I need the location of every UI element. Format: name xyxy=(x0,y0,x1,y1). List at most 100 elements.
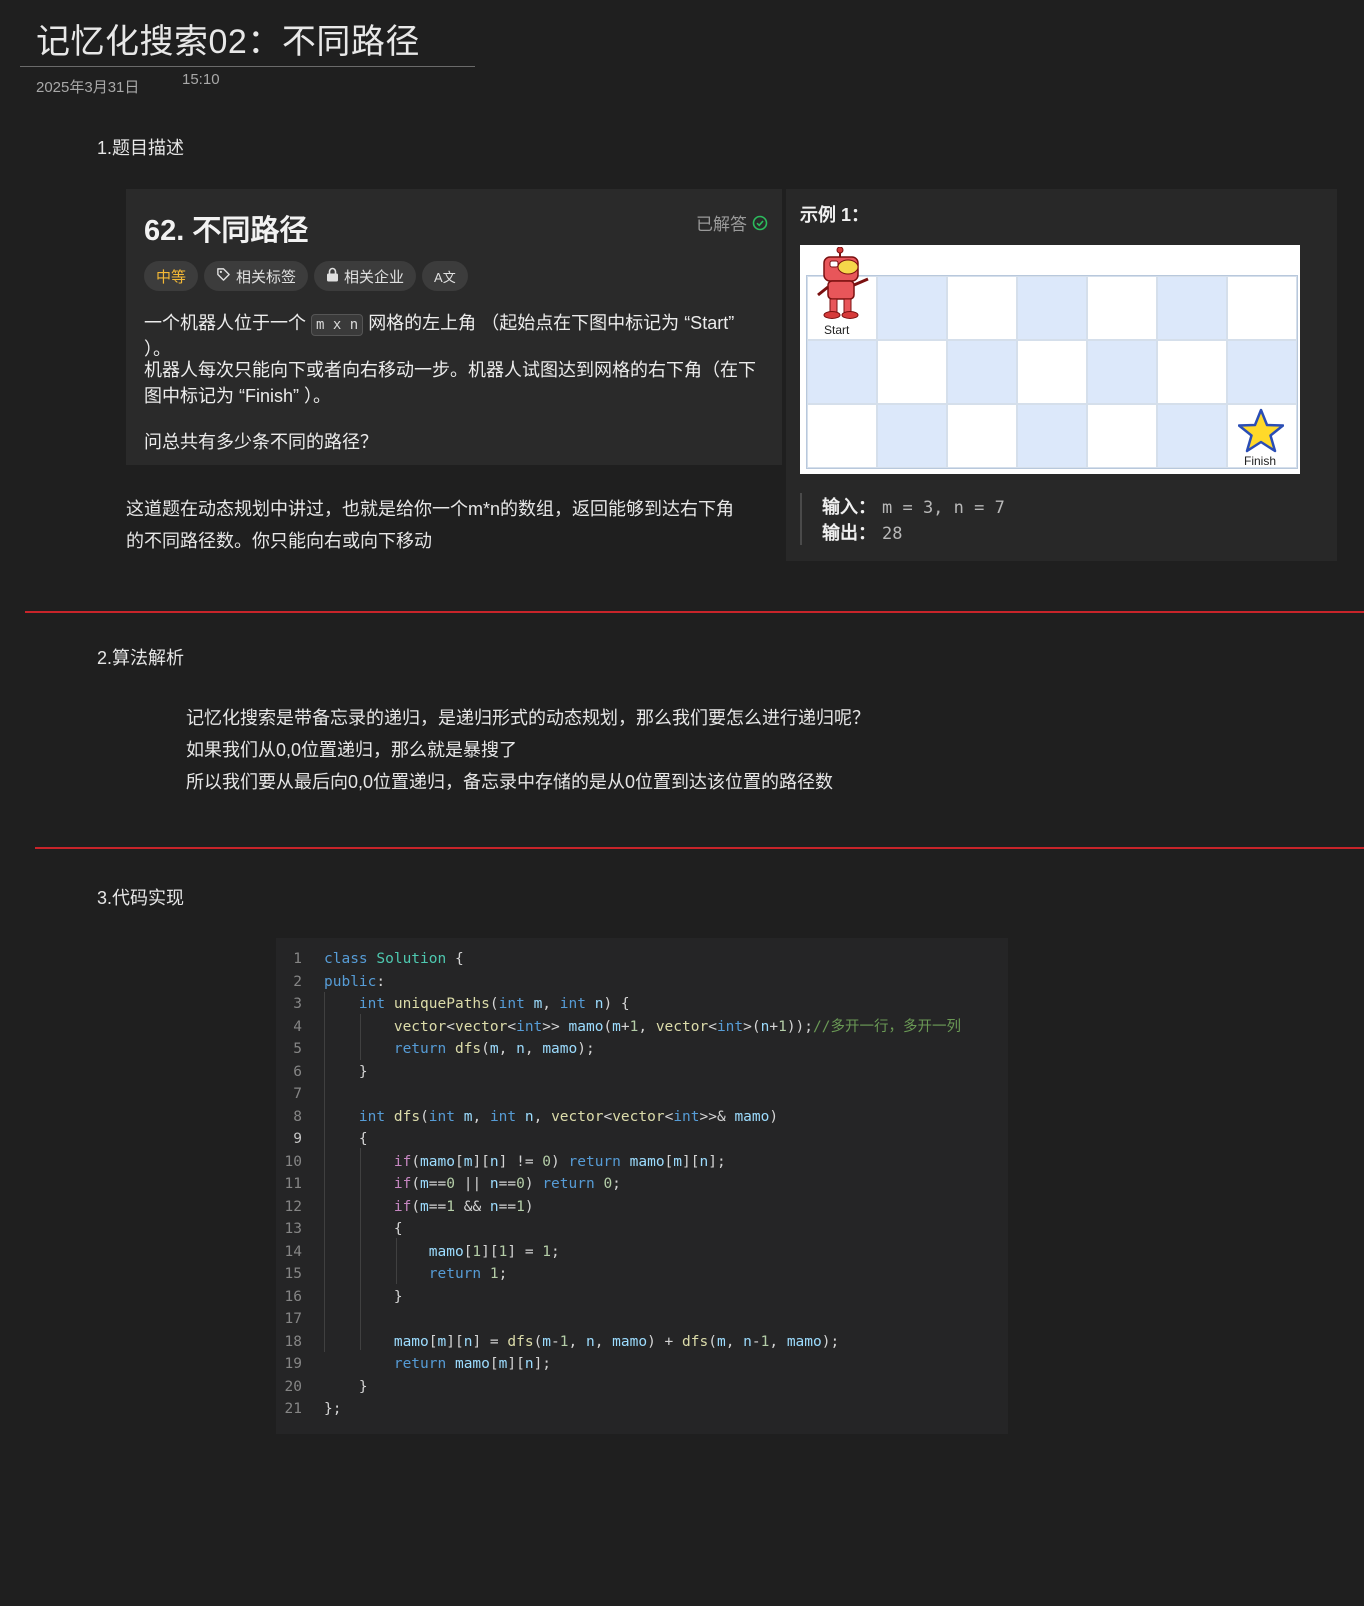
code-line: 9 { xyxy=(276,1128,1008,1151)
grid-cell xyxy=(877,404,947,468)
translate-button[interactable]: A文 xyxy=(422,261,468,291)
line-number: 19 xyxy=(284,1356,302,1372)
line-number: 17 xyxy=(284,1311,302,1327)
grid-cell xyxy=(1227,276,1297,340)
grid-cell xyxy=(1087,340,1157,404)
grid-cell xyxy=(807,340,877,404)
code-line: 13 { xyxy=(276,1218,1008,1241)
code-text: return 1; xyxy=(428,1266,508,1282)
solved-label: 已解答 xyxy=(696,215,747,234)
code-block[interactable]: 1 class Solution { 2 public: 3 int uniquePat… xyxy=(276,938,1008,1434)
robot-icon xyxy=(812,246,872,330)
grid-cell xyxy=(1017,404,1087,468)
code-lines: 1 class Solution { 2 public: 3 int uniquePat… xyxy=(276,948,1008,1421)
grid-cell xyxy=(877,276,947,340)
code-text: if(m==1 && n==1) xyxy=(393,1198,534,1215)
line-number: 1 xyxy=(293,951,302,967)
line-number: 3 xyxy=(293,996,302,1012)
code-text: { xyxy=(324,1221,403,1237)
code-text: { xyxy=(324,1131,368,1147)
problem-title: 62. 不同路径 xyxy=(144,215,309,247)
code-text: if(m==0 || n==0) return 0; xyxy=(393,1176,621,1192)
code-text: return dfs(m, n, mamo); xyxy=(393,1041,595,1057)
code-text: return mamo[m][n]; xyxy=(393,1356,552,1372)
topic-tags-button[interactable]: 相关标签 xyxy=(204,261,309,291)
page-time: 15:10 xyxy=(182,71,220,88)
inline-code-mxn: m x n xyxy=(311,314,364,336)
line-number: 5 xyxy=(293,1041,302,1057)
page-date: 2025年3月31日 xyxy=(36,79,140,96)
line-number: 6 xyxy=(293,1063,302,1080)
section-heading-analysis: 2.算法解析 xyxy=(97,648,185,668)
code-line: 12 if(m==1 && n==1) xyxy=(276,1196,1008,1219)
companies-button[interactable]: 相关企业 xyxy=(314,261,417,291)
grid-cell xyxy=(1157,276,1227,340)
code-text: }; xyxy=(324,1401,342,1417)
code-text: class Solution { xyxy=(324,951,464,967)
topic-tags-label: 相关标签 xyxy=(236,268,297,286)
finish-label: Finish xyxy=(1244,454,1277,468)
code-text: } xyxy=(324,1063,368,1080)
code-line: 16 } xyxy=(276,1286,1008,1309)
grid-cell xyxy=(1087,404,1157,468)
tag-icon xyxy=(216,267,231,286)
code-line: 1 class Solution { xyxy=(276,948,1008,971)
line-number: 11 xyxy=(284,1176,302,1192)
grid-cell xyxy=(1227,340,1297,404)
section-heading-description: 1.题目描述 xyxy=(97,138,185,158)
line-number: 4 xyxy=(293,1018,302,1035)
line-number: 16 xyxy=(284,1288,302,1305)
algorithm-analysis: 记忆化搜索是带备忘录的递归，是递归形式的动态规划，那么我们要怎么进行递归呢？ 如… xyxy=(186,702,870,798)
star-icon xyxy=(1237,408,1285,459)
code-line: 14 mamo[1][1] = 1; xyxy=(276,1241,1008,1264)
code-text: int uniquePaths(int m, int n) { xyxy=(358,996,630,1012)
code-line: 21}; xyxy=(276,1398,1008,1421)
code-line: 10 if(mamo[m][n] != 0) return mamo[m][n]… xyxy=(276,1151,1008,1174)
line-number: 9 xyxy=(293,1131,302,1147)
grid-cell xyxy=(947,404,1017,468)
code-line: 18 mamo[m][n] = dfs(m-1, n, mamo) + dfs(… xyxy=(276,1331,1008,1354)
line-number: 15 xyxy=(284,1266,302,1282)
difficulty-tag[interactable]: 中等 xyxy=(144,261,199,291)
code-line: 11 if(m==0 || n==0) return 0; xyxy=(276,1173,1008,1196)
example-input: 输入： m = 3, n = 7 xyxy=(822,493,1005,519)
grid-cell xyxy=(877,340,947,404)
line-number: 12 xyxy=(284,1198,302,1215)
io-quote-bar xyxy=(800,493,802,545)
grid-cell xyxy=(947,276,1017,340)
line-number: 10 xyxy=(284,1153,302,1170)
code-line: 2 public: xyxy=(276,971,1008,994)
translate-icon: A文 xyxy=(434,269,456,285)
code-line: 5 return dfs(m, n, mamo); xyxy=(276,1038,1008,1061)
code-text: mamo[m][n] = dfs(m-1, n, mamo) + dfs(m, … xyxy=(393,1333,840,1350)
page-title: 记忆化搜索02：不同路径 xyxy=(36,23,420,61)
code-text: mamo[1][1] = 1; xyxy=(428,1243,560,1260)
grid-cell xyxy=(1017,276,1087,340)
code-line: 6 } xyxy=(276,1061,1008,1084)
line-number: 13 xyxy=(284,1221,302,1237)
code-line: 8 int dfs(int m, int n, vector<vector<in… xyxy=(276,1106,1008,1129)
problem-description-2: 机器人每次只能向下或者向右移动一步。机器人试图达到网格的右下角（在下图中标记为 … xyxy=(144,360,756,406)
line-number: 14 xyxy=(284,1243,302,1260)
line-number: 8 xyxy=(293,1108,302,1125)
example-output: 输出： 28 xyxy=(822,519,902,545)
problem-tags: 中等 相关标签 相关企业 A文 xyxy=(144,261,468,291)
code-line: 20 } xyxy=(276,1376,1008,1399)
path-grid xyxy=(806,275,1298,469)
code-line: 19 return mamo[m][n]; xyxy=(276,1353,1008,1376)
example-card: 示例 1： Start Finish 输入： m = 3, n = 7 输出： … xyxy=(786,189,1337,561)
code-line: 7 xyxy=(276,1083,1008,1106)
code-text: vector<vector<int>> mamo(m+1, vector<int… xyxy=(393,1018,961,1035)
analysis-line-2: 如果我们从0,0位置递归，那么就是暴搜了 xyxy=(186,740,518,760)
grid-cell xyxy=(947,340,1017,404)
line-number: 20 xyxy=(284,1378,302,1395)
example-grid-image: Start Finish xyxy=(800,245,1300,474)
line-number: 7 xyxy=(293,1086,302,1102)
analysis-line-1: 记忆化搜索是带备忘录的递归，是递归形式的动态规划，那么我们要怎么进行递归呢？ xyxy=(186,708,870,728)
problem-description-3: 问总共有多少条不同的路径？ xyxy=(144,432,378,452)
grid-cell xyxy=(807,404,877,468)
example-label: 示例 1： xyxy=(800,205,870,225)
line-number: 18 xyxy=(284,1333,302,1350)
grid-cell xyxy=(1017,340,1087,404)
start-label: Start xyxy=(824,323,850,337)
